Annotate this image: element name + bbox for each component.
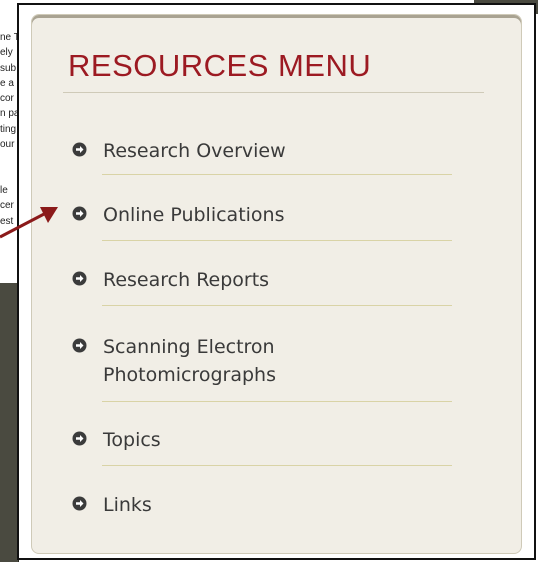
menu-item-label[interactable]: Topics [103, 428, 161, 452]
menu-item-links[interactable]: Links [72, 493, 452, 519]
menu-item-label[interactable]: Research Overview [103, 139, 286, 163]
menu-divider [102, 305, 452, 306]
resources-menu-title: RESOURCES MENU [68, 48, 372, 83]
menu-item-label-line1[interactable]: Scanning Electron [103, 335, 275, 359]
menu-item-label-line2[interactable]: Photomicrographs [103, 363, 276, 387]
menu-divider [102, 401, 452, 402]
menu-divider [102, 465, 452, 466]
menu-item-research-overview[interactable]: Research Overview [72, 139, 452, 165]
right-arrow-circle-icon [72, 338, 87, 353]
menu-item-label[interactable]: Online Publications [103, 203, 285, 227]
right-arrow-circle-icon [72, 142, 87, 157]
menu-divider [102, 174, 452, 175]
menu-item-label[interactable]: Research Reports [103, 268, 269, 292]
menu-item-scanning-electron-photomicrographs[interactable]: Scanning Electron Photomicrographs [72, 335, 452, 387]
right-arrow-circle-icon [72, 271, 87, 286]
menu-item-research-reports[interactable]: Research Reports [72, 268, 452, 294]
title-divider [63, 92, 484, 93]
menu-item-topics[interactable]: Topics [72, 428, 452, 454]
menu-item-online-publications[interactable]: Online Publications [72, 203, 452, 229]
right-arrow-circle-icon [72, 206, 87, 221]
right-arrow-circle-icon [72, 496, 87, 511]
right-arrow-circle-icon [72, 431, 87, 446]
red-arrow-icon [0, 207, 58, 239]
menu-divider [102, 240, 452, 241]
menu-item-label[interactable]: Links [103, 493, 152, 517]
